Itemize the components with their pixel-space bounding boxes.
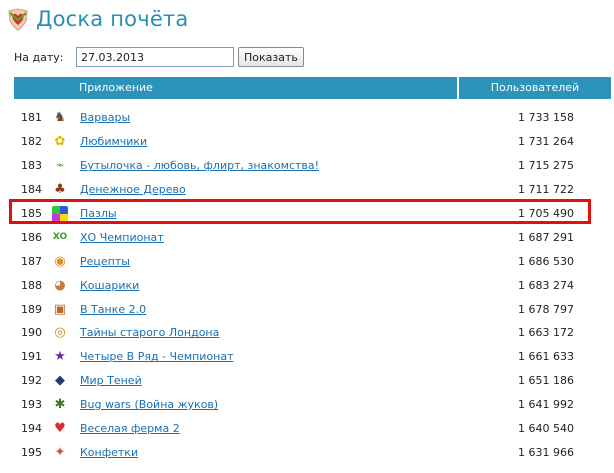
app-link[interactable]: Кошарики — [80, 279, 480, 292]
app-link[interactable]: Пазлы — [80, 207, 480, 220]
table-row: 190 ◎ Тайны старого Лондона 1 663 172 — [14, 321, 611, 345]
table-row: 182 ✿ Любимчики 1 731 264 — [14, 130, 611, 154]
table-row: 193 ✱ Bug wars (Война жуков) 1 641 992 — [14, 393, 611, 417]
row-rank: 195 — [21, 445, 42, 459]
column-header-app[interactable]: Приложение — [14, 77, 457, 99]
row-users: 1 641 992 — [518, 398, 574, 412]
table-row: 188 ◕ Кошарики 1 683 274 — [14, 273, 611, 297]
table-row: 195 ✦ Конфетки 1 631 966 — [14, 440, 611, 464]
table-row: 192 ◆ Мир Теней 1 651 186 — [14, 369, 611, 393]
row-rank: 186 — [21, 230, 42, 244]
row-rank: 193 — [21, 398, 42, 412]
row-users: 1 678 797 — [518, 302, 574, 316]
table-row: 194 ♥ Веселая ферма 2 1 640 540 — [14, 417, 611, 441]
shadow-icon[interactable]: ◆ — [52, 373, 68, 389]
row-users: 1 683 274 — [518, 278, 574, 292]
row-rank: 189 — [21, 302, 42, 316]
warrior-icon[interactable]: ♞ — [52, 110, 68, 126]
row-users: 1 733 158 — [518, 111, 574, 125]
app-link[interactable]: Мир Теней — [80, 374, 480, 387]
app-link[interactable]: Любимчики — [80, 135, 480, 148]
row-users: 1 731 264 — [518, 135, 574, 149]
app-link[interactable]: Четыре В Ряд - Чемпионат — [80, 350, 480, 363]
bug-icon[interactable]: ✱ — [52, 397, 68, 413]
cooking-icon[interactable]: ◉ — [52, 253, 68, 269]
row-rank: 194 — [21, 422, 42, 436]
table-row: 186 XO ХО Чемпионат 1 687 291 — [14, 225, 611, 249]
row-rank: 183 — [21, 159, 42, 173]
app-link[interactable]: Конфетки — [80, 446, 480, 459]
row-rank: 187 — [21, 254, 42, 268]
row-rank: 185 — [21, 207, 42, 220]
app-link[interactable]: Bug wars (Война жуков) — [80, 398, 480, 411]
row-users: 1 631 966 — [518, 445, 574, 459]
heart-icon[interactable]: ♥ — [52, 421, 68, 437]
row-rank: 184 — [21, 183, 42, 197]
row-users: 1 715 275 — [518, 159, 574, 173]
page-title: Доска почёта — [36, 7, 189, 31]
row-users: 1 661 633 — [518, 350, 574, 364]
row-users: 1 663 172 — [518, 326, 574, 340]
row-rank: 192 — [21, 374, 42, 388]
row-users: 1 651 186 — [518, 374, 574, 388]
row-rank: 188 — [21, 278, 42, 292]
app-link[interactable]: Веселая ферма 2 — [80, 422, 480, 435]
app-link[interactable]: Бутылочка - любовь, флирт, знакомства! — [80, 159, 480, 172]
row-rank: 191 — [21, 350, 42, 364]
table-row: 181 ♞ Варвары 1 733 158 — [14, 106, 611, 130]
row-rank: 190 — [21, 326, 42, 340]
table-row: 189 ▣ В Танке 2.0 1 678 797 — [14, 297, 611, 321]
app-link[interactable]: Варвары — [80, 111, 480, 124]
bottle-icon[interactable]: ⌁ — [52, 158, 68, 174]
page-header: Доска почёта — [6, 4, 188, 34]
column-header-users[interactable]: Пользователей — [459, 77, 611, 99]
row-users: 1 705 490 — [518, 207, 574, 220]
table-row: 187 ◉ Рецепты 1 686 530 — [14, 249, 611, 273]
date-input[interactable] — [76, 47, 234, 67]
row-users: 1 686 530 — [518, 254, 574, 268]
row-rank: 182 — [21, 135, 42, 149]
app-link[interactable]: Денежное Дерево — [80, 183, 480, 196]
table-row: 185 Пазлы 1 705 490 — [14, 202, 611, 226]
table-row: 191 ★ Четыре В Ряд - Чемпионат 1 661 633 — [14, 345, 611, 369]
table-row: 183 ⌁ Бутылочка - любовь, флирт, знакомств… — [14, 154, 611, 178]
xo-icon[interactable]: XO — [52, 229, 68, 245]
star-icon[interactable]: ★ — [52, 349, 68, 365]
date-filter: На дату: Показать — [14, 46, 304, 68]
app-link[interactable]: Рецепты — [80, 255, 480, 268]
app-link[interactable]: В Танке 2.0 — [80, 303, 480, 316]
cat-icon[interactable]: ◕ — [52, 277, 68, 293]
magnifier-icon[interactable]: ◎ — [52, 325, 68, 341]
heart-shield-logo-icon — [8, 8, 28, 31]
app-link[interactable]: Тайны старого Лондона — [80, 326, 480, 339]
tree-icon[interactable]: ♣ — [52, 182, 68, 198]
ranking-table: 181 ♞ Варвары 1 733 158 182 ✿ Любимчики 1 731 2… — [14, 106, 611, 464]
table-row: 184 ♣ Денежное Дерево 1 711 722 — [14, 178, 611, 202]
tank-icon[interactable]: ▣ — [52, 301, 68, 317]
paw-icon[interactable]: ✿ — [52, 134, 68, 150]
row-users: 1 711 722 — [518, 183, 574, 197]
candy-icon[interactable]: ✦ — [52, 444, 68, 460]
show-button[interactable]: Показать — [238, 47, 304, 67]
app-link[interactable]: ХО Чемпионат — [80, 231, 480, 244]
puzzle-icon[interactable] — [52, 205, 68, 222]
table-header: Приложение Пользователей — [14, 77, 611, 99]
row-users: 1 640 540 — [518, 422, 574, 436]
date-label: На дату: — [14, 50, 64, 64]
row-rank: 181 — [21, 111, 42, 125]
row-users: 1 687 291 — [518, 230, 574, 244]
